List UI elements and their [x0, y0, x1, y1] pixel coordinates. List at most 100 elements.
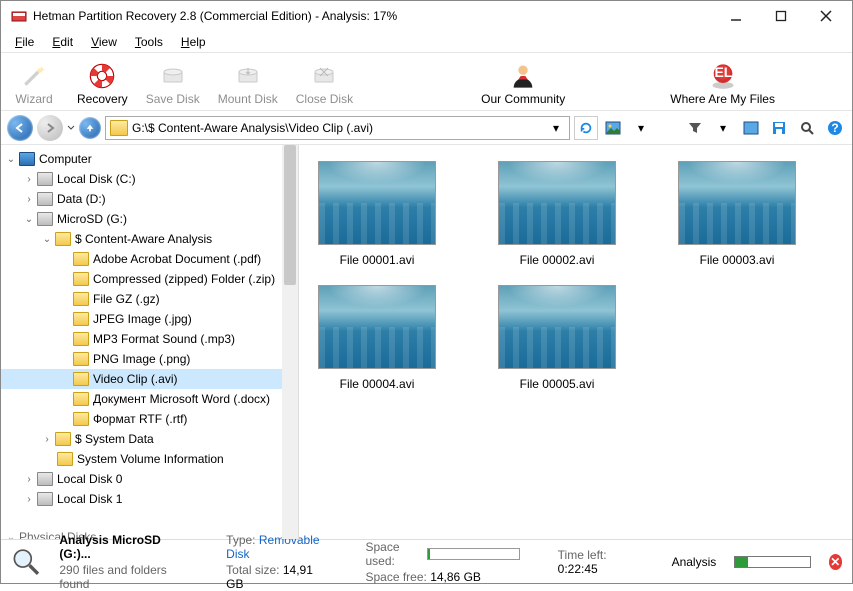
mount-disk-button: Mount Disk	[218, 62, 278, 106]
folder-icon	[73, 272, 89, 286]
forward-button[interactable]	[37, 115, 63, 141]
search-button[interactable]	[796, 117, 818, 139]
folder-icon	[73, 292, 89, 306]
drive-icon	[37, 172, 53, 186]
file-item[interactable]: File 00004.avi	[307, 285, 447, 391]
tree-docx[interactable]: Документ Microsoft Word (.docx)	[1, 389, 298, 409]
menu-file[interactable]: File	[7, 33, 42, 51]
tree-data-d[interactable]: ›Data (D:)	[1, 189, 298, 209]
history-dropdown-icon[interactable]	[67, 123, 75, 133]
tree-local1[interactable]: ›Local Disk 1	[1, 489, 298, 509]
tree-rtf[interactable]: Формат RTF (.rtf)	[1, 409, 298, 429]
file-item[interactable]: File 00005.avi	[487, 285, 627, 391]
menu-edit[interactable]: Edit	[44, 33, 81, 51]
space-used-bar	[427, 548, 519, 560]
filter-dropdown[interactable]: ▾	[712, 117, 734, 139]
menu-tools[interactable]: Tools	[127, 33, 171, 51]
tree-png[interactable]: PNG Image (.png)	[1, 349, 298, 369]
file-item[interactable]: File 00003.avi	[667, 161, 807, 267]
drive-icon	[37, 472, 53, 486]
title-bar: Hetman Partition Recovery 2.8 (Commercia…	[1, 1, 852, 31]
tree-content-aware[interactable]: ⌄$ Content-Aware Analysis	[1, 229, 298, 249]
tree-mp3[interactable]: MP3 Format Sound (.mp3)	[1, 329, 298, 349]
refresh-button[interactable]	[574, 116, 598, 140]
status-free: 14,86 GB	[430, 570, 481, 584]
status-time: 0:22:45	[558, 562, 598, 576]
recovery-button[interactable]: Recovery	[77, 62, 128, 106]
tree-pdf[interactable]: Adobe Acrobat Document (.pdf)	[1, 249, 298, 269]
tree-local0[interactable]: ›Local Disk 0	[1, 469, 298, 489]
where-files-button[interactable]: HELP Where Are My Files	[670, 62, 775, 106]
menu-view[interactable]: View	[83, 33, 125, 51]
status-bar: Analysis MicroSD (G:)... 290 files and f…	[1, 539, 852, 583]
close-disk-button: Close Disk	[296, 62, 353, 106]
address-path: G:\$ Content-Aware Analysis\Video Clip (…	[132, 121, 543, 135]
tree-avi[interactable]: Video Clip (.avi)	[1, 369, 298, 389]
folder-icon	[73, 352, 89, 366]
tree-physical[interactable]: ⌄Physical Disks	[1, 527, 298, 539]
view-mode-button[interactable]	[602, 117, 624, 139]
mount-disk-label: Mount Disk	[218, 92, 278, 106]
folder-icon	[73, 372, 89, 386]
minimize-button[interactable]	[713, 2, 758, 30]
magnifier-icon	[11, 544, 41, 580]
drive-icon	[37, 192, 53, 206]
tree-computer[interactable]: ⌄Computer	[1, 149, 298, 169]
close-disk-label: Close Disk	[296, 92, 353, 106]
drive-icon	[37, 492, 53, 506]
file-list[interactable]: File 00001.avi File 00002.avi File 00003…	[299, 145, 852, 539]
address-input[interactable]: G:\$ Content-Aware Analysis\Video Clip (…	[105, 116, 570, 140]
tree-svi[interactable]: System Volume Information	[1, 449, 298, 469]
community-button[interactable]: Our Community	[481, 62, 565, 106]
folder-icon	[55, 432, 71, 446]
svg-text:HELP: HELP	[709, 64, 737, 80]
person-icon	[509, 62, 537, 90]
folder-icon	[55, 232, 71, 246]
video-thumbnail	[498, 285, 616, 369]
folder-icon	[73, 312, 89, 326]
file-item[interactable]: File 00001.avi	[307, 161, 447, 267]
folder-icon	[57, 452, 73, 466]
tree-gz[interactable]: File GZ (.gz)	[1, 289, 298, 309]
back-button[interactable]	[7, 115, 33, 141]
svg-text:?: ?	[831, 121, 838, 135]
wizard-label: Wizard	[15, 92, 52, 106]
computer-icon	[19, 152, 35, 166]
help-button-icon: HELP	[709, 62, 737, 90]
tree-microsd[interactable]: ⌄MicroSD (G:)	[1, 209, 298, 229]
stop-button[interactable]: ✕	[829, 554, 843, 570]
app-icon	[11, 8, 27, 24]
tree-scrollbar[interactable]	[282, 145, 298, 539]
help-button[interactable]: ?	[824, 117, 846, 139]
main-toolbar: Wizard Recovery Save Disk Mount Disk Clo…	[1, 53, 852, 111]
file-item[interactable]: File 00002.avi	[487, 161, 627, 267]
folder-icon	[73, 392, 89, 406]
analysis-progress	[734, 556, 810, 568]
tree-local-c[interactable]: ›Local Disk (C:)	[1, 169, 298, 189]
folder-tree[interactable]: ⌄Computer ›Local Disk (C:) ›Data (D:) ⌄M…	[1, 145, 299, 539]
tree-zip[interactable]: Compressed (zipped) Folder (.zip)	[1, 269, 298, 289]
tree-system-data[interactable]: ›$ System Data	[1, 429, 298, 449]
video-thumbnail	[678, 161, 796, 245]
folder-icon	[73, 412, 89, 426]
disk-mount-icon	[234, 62, 262, 90]
menu-bar: File Edit View Tools Help	[1, 31, 852, 53]
video-thumbnail	[498, 161, 616, 245]
close-button[interactable]	[803, 2, 848, 30]
save-disk-button: Save Disk	[146, 62, 200, 106]
folder-icon	[110, 120, 128, 136]
preview-button[interactable]	[740, 117, 762, 139]
filter-button[interactable]	[684, 117, 706, 139]
menu-help[interactable]: Help	[173, 33, 214, 51]
maximize-button[interactable]	[758, 2, 803, 30]
save-button[interactable]	[768, 117, 790, 139]
address-bar: G:\$ Content-Aware Analysis\Video Clip (…	[1, 111, 852, 145]
video-thumbnail	[318, 161, 436, 245]
up-button[interactable]	[79, 117, 101, 139]
address-dropdown[interactable]: ▾	[547, 121, 565, 135]
wizard-button[interactable]: Wizard	[9, 62, 59, 106]
lifebuoy-icon	[88, 62, 116, 90]
tree-jpg[interactable]: JPEG Image (.jpg)	[1, 309, 298, 329]
view-dropdown[interactable]: ▾	[630, 117, 652, 139]
wand-icon	[20, 62, 48, 90]
